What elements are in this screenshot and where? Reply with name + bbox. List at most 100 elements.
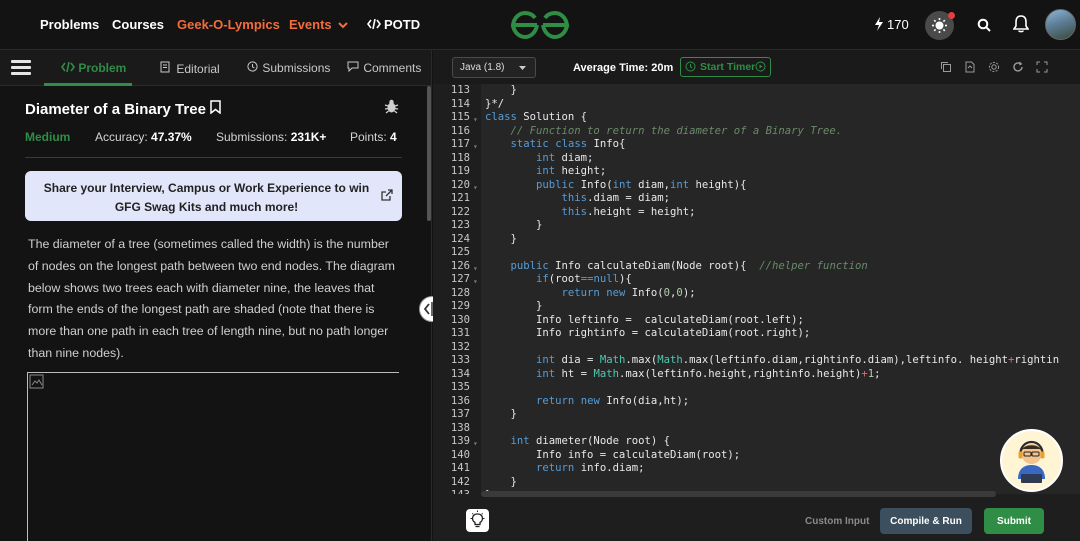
comment-icon (347, 61, 359, 73)
search-icon[interactable] (977, 18, 991, 32)
fold-arrow-icon[interactable]: ▾ (473, 140, 478, 154)
code-line[interactable]: public Info(int diam,int height){ (485, 179, 747, 193)
line-number: 142 (450, 475, 470, 488)
code-line[interactable]: this.diam = diam; (485, 192, 670, 206)
editor-footer (433, 506, 1080, 541)
line-number: 117 (450, 138, 470, 150)
copy-icon[interactable] (940, 61, 952, 73)
problem-description: The diameter of a tree (sometimes called… (28, 237, 395, 360)
fullscreen-icon[interactable] (1036, 61, 1048, 73)
code-line[interactable]: return new Info(0,0); (485, 287, 696, 301)
code-line[interactable]: this.height = height; (485, 206, 696, 220)
tab-editorial-label: Editorial (176, 62, 220, 76)
code-line[interactable]: } (485, 408, 517, 422)
code-line[interactable]: } (485, 84, 517, 98)
scrollbar[interactable] (427, 86, 431, 221)
problem-title-row: Diameter of a Binary Tree (25, 100, 221, 118)
difficulty-badge: Medium (25, 130, 71, 144)
code-line[interactable]: } (485, 233, 517, 247)
code-editor[interactable]: 113 } 114}*/115 ▾ class Solution {116 // Fu… (433, 84, 1080, 494)
compile-run-button[interactable]: Compile & Run (880, 508, 972, 534)
code-line[interactable]: // Function to return the diameter of a … (485, 125, 843, 139)
custom-input-button[interactable]: Custom Input (805, 516, 869, 527)
code-line[interactable]: Info info = calculateDiam(root); (485, 449, 740, 463)
start-timer-button[interactable]: Start Timer (680, 57, 771, 77)
tab-comments[interactable]: Comments (347, 61, 421, 75)
editor-toolbar: Java (1.8) Average Time: 20m Start Timer (433, 50, 1080, 84)
code-line[interactable]: int diameter(Node root) { (485, 435, 670, 449)
nav-events-label: Events (289, 17, 332, 32)
bulb-button[interactable] (466, 509, 489, 532)
code-line[interactable]: Info leftinfo = calculateDiam(root.left)… (485, 314, 804, 328)
line-number: 134 (450, 367, 470, 380)
line-number: 132 (450, 340, 470, 353)
line-number: 131 (450, 327, 470, 339)
submissions-value: 231K+ (290, 130, 327, 144)
fold-arrow-icon[interactable]: ▾ (473, 275, 478, 289)
code-line[interactable]: } (485, 476, 517, 490)
problem-title: Diameter of a Binary Tree (25, 101, 206, 118)
language-select[interactable]: Java (1.8) (452, 57, 536, 78)
gfg-logo[interactable] (511, 10, 569, 40)
code-line[interactable]: public Info calculateDiam(Node root){ //… (485, 260, 868, 274)
code-line[interactable]: int dia = Math.max(Math.max(leftinfo.dia… (485, 354, 1059, 368)
divider (25, 157, 402, 158)
bug-icon[interactable] (384, 99, 399, 114)
refresh-icon[interactable] (1012, 61, 1024, 73)
fold-arrow-icon[interactable]: ▾ (473, 262, 478, 276)
code-line[interactable]: if(root==null){ (485, 273, 632, 287)
code-line[interactable]: return new Info(dia,ht); (485, 395, 689, 409)
fold-arrow-icon[interactable]: ▾ (473, 113, 478, 127)
tab-problem[interactable]: Problem (61, 61, 126, 75)
submit-button[interactable]: Submit (984, 508, 1044, 534)
average-time-value: 20m (651, 62, 674, 74)
bot-icon (1018, 440, 1045, 483)
promo-banner[interactable]: Share your Interview, Campus or Work Exp… (25, 171, 402, 221)
code-line[interactable]: return info.diam; (485, 462, 644, 476)
lightning-icon (875, 17, 883, 31)
line-number: 138 (450, 421, 470, 434)
settings-icon[interactable] (988, 61, 1000, 73)
code-line[interactable]: int ht = Math.max(leftinfo.height,righti… (485, 368, 880, 382)
code-line[interactable]: static class Info{ (485, 138, 626, 152)
horizontal-scrollbar[interactable] (481, 491, 996, 497)
average-time: Average Time: 20m (573, 62, 673, 74)
streak-count[interactable]: 170 (887, 17, 909, 32)
code-line[interactable]: } (485, 219, 542, 233)
nav-events[interactable]: Events (289, 17, 348, 32)
code-line[interactable]: int height; (485, 165, 606, 179)
bell-icon[interactable] (1013, 15, 1029, 33)
file-icon[interactable] (964, 61, 976, 73)
nav-potd[interactable]: POTD (367, 17, 420, 32)
nav-potd-label: POTD (384, 17, 421, 32)
bulb-icon (470, 510, 485, 528)
line-number: 115 (450, 111, 470, 123)
code-line[interactable]: } (485, 300, 542, 314)
menu-icon[interactable] (11, 60, 31, 76)
line-number: 139 (450, 435, 470, 447)
line-number: 128 (450, 286, 470, 299)
code-icon (61, 61, 75, 73)
assistant-bot-avatar[interactable] (1000, 429, 1063, 492)
promo-text: Share your Interview, Campus or Work Exp… (43, 181, 370, 214)
nav-problems[interactable]: Problems (40, 17, 99, 32)
problem-tabs: Problem Editorial Submissions Comments (0, 50, 431, 86)
dropdown-icon (519, 66, 526, 70)
line-number: 136 (450, 394, 470, 407)
tab-submissions[interactable]: Submissions (247, 61, 330, 75)
bookmark-icon[interactable] (210, 100, 221, 115)
nav-courses[interactable]: Courses (112, 17, 164, 32)
avatar[interactable] (1045, 9, 1076, 40)
tab-comments-label: Comments (363, 61, 422, 75)
tab-editorial[interactable]: Editorial (160, 61, 220, 76)
points-stat: Points: 4 (350, 130, 397, 144)
fold-arrow-icon[interactable]: ▾ (473, 437, 478, 451)
code-line[interactable]: Info rightinfo = calculateDiam(root.righ… (485, 327, 810, 341)
code-line[interactable]: int diam; (485, 152, 593, 166)
line-number: 143 (433, 489, 470, 494)
fold-arrow-icon[interactable]: ▾ (473, 181, 478, 195)
play-icon (755, 61, 766, 72)
nav-geek-o-lympics[interactable]: Geek-O-Lympics (177, 17, 280, 32)
code-line[interactable]: class Solution { (485, 111, 587, 125)
code-line[interactable]: }*/ (485, 98, 504, 112)
